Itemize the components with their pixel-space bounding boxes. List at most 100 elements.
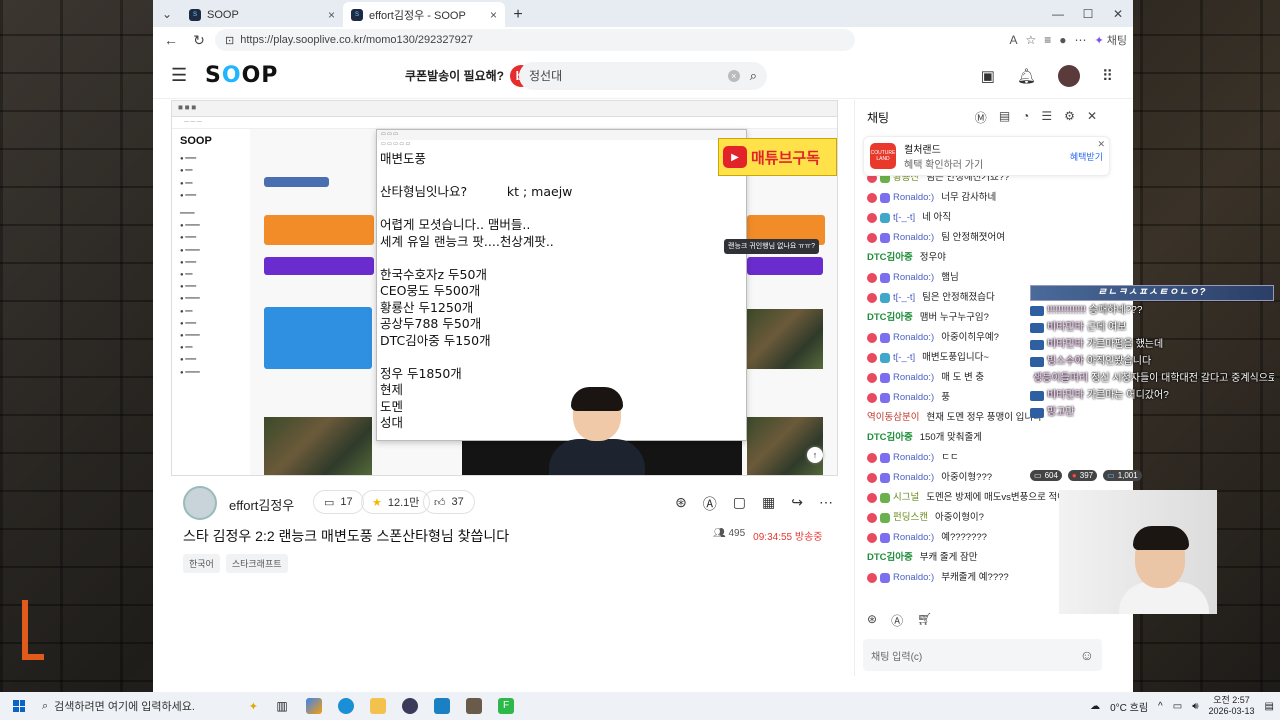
- broadcast-icon[interactable]: ▣: [981, 67, 995, 85]
- clock[interactable]: 오전 2:57 2026-03-13: [1209, 695, 1255, 717]
- reload-icon[interactable]: ↻: [187, 29, 211, 51]
- calendar-icon[interactable]: ▦: [762, 494, 775, 514]
- chat-balloon-icon[interactable]: ⊛: [867, 612, 877, 629]
- banner-close-icon[interactable]: ✕: [1097, 139, 1105, 150]
- favorite-star-icon[interactable]: ☆: [1026, 33, 1037, 47]
- chat-nickname[interactable]: 시그널: [893, 488, 919, 508]
- promo-banner[interactable]: 쿠폰발송이 필요해? b.: [405, 64, 532, 87]
- search-box[interactable]: 정선대 × ⌕: [519, 61, 767, 90]
- search-icon[interactable]: ⌕: [750, 68, 757, 84]
- viewer-count: 495: [728, 528, 746, 539]
- likes-button[interactable]: 👍︎ 37: [423, 490, 475, 514]
- tag-language[interactable]: 한국어: [183, 554, 220, 573]
- comments-button[interactable]: ▭ 17: [313, 490, 364, 514]
- tab-actions-icon[interactable]: ⌄: [153, 0, 181, 27]
- video-player[interactable]: ◼ ◼ ◼ — — — SOOP ● ━━━ ● ━━ ● ━━ ● ━━━ ━━━━…: [171, 100, 838, 476]
- user-avatar[interactable]: [1058, 64, 1080, 87]
- chat-text: 네 아직: [922, 212, 952, 223]
- chat-cart-icon[interactable]: 🛒︎: [917, 612, 932, 629]
- app-icon[interactable]: [428, 695, 456, 717]
- chat-nickname[interactable]: Ronaldo:): [893, 528, 934, 548]
- chat-nickname[interactable]: DTC김아중: [867, 248, 913, 268]
- chat-filter-icon[interactable]: ◔: [1022, 109, 1029, 126]
- chat-nickname[interactable]: Ronaldo:): [893, 448, 934, 468]
- channel-avatar[interactable]: [183, 486, 217, 520]
- back-icon[interactable]: ←: [159, 29, 183, 51]
- starcraft-icon[interactable]: [460, 695, 488, 717]
- file-explorer-icon[interactable]: [364, 695, 392, 717]
- clip-icon[interactable]: ▢: [733, 494, 746, 514]
- chat-close-icon[interactable]: ✕: [1087, 109, 1097, 126]
- copilot-taskbar-icon[interactable]: [300, 695, 328, 717]
- edge-icon[interactable]: [332, 695, 360, 717]
- tab-soop[interactable]: S SOOP ×: [181, 2, 343, 27]
- overlay-badge-icon: [1030, 407, 1044, 418]
- tab-effort[interactable]: S effort김정우 - SOOP ×: [343, 2, 505, 27]
- notifications-icon[interactable]: ▤: [1265, 701, 1274, 712]
- chat-nickname[interactable]: t[-_-t]: [893, 208, 915, 228]
- sparkle-icon: ✦: [248, 700, 258, 713]
- more-options-icon[interactable]: ⋯: [819, 494, 833, 514]
- stars-button[interactable]: ★ 12.1만: [361, 490, 431, 514]
- chat-input[interactable]: 채팅 입력(c) ☺: [863, 639, 1102, 671]
- chat-settings-icon[interactable]: ⚙: [1064, 109, 1075, 126]
- network-icon[interactable]: ▭: [1173, 701, 1182, 712]
- chat-nickname[interactable]: Ronaldo:): [893, 368, 934, 388]
- maximize-icon[interactable]: ☐: [1073, 0, 1103, 27]
- share-icon[interactable]: ↪: [791, 494, 803, 514]
- search-input[interactable]: 정선대: [529, 67, 562, 84]
- notification-bell-icon[interactable]: 🔔︎: [1017, 67, 1036, 85]
- obs-icon[interactable]: [396, 695, 424, 717]
- tag-category[interactable]: 스타크래프트: [225, 554, 288, 573]
- chat-copy-icon[interactable]: ▤: [999, 109, 1010, 126]
- chat-m-icon[interactable]: Ⓜ: [975, 109, 987, 126]
- clear-search-icon[interactable]: ×: [727, 69, 740, 82]
- close-tab-icon[interactable]: ×: [328, 8, 335, 22]
- chat-nickname[interactable]: DTC김아중: [867, 428, 913, 448]
- chat-nickname[interactable]: 펀딩스캔: [893, 508, 928, 528]
- collections-icon[interactable]: ≡: [1044, 33, 1051, 47]
- task-view-icon[interactable]: ▥: [268, 695, 296, 717]
- close-window-icon[interactable]: ✕: [1103, 0, 1133, 27]
- chat-text: 너무 감사하네: [941, 192, 997, 203]
- chat-nickname[interactable]: DTC김아중: [867, 308, 913, 328]
- more-icon[interactable]: ⋯: [1075, 33, 1087, 47]
- new-tab-button[interactable]: +: [505, 2, 531, 27]
- copilot-chat-button[interactable]: ✦ 채팅: [1095, 32, 1127, 48]
- ad-icon[interactable]: Ⓐ: [703, 494, 717, 514]
- chat-nickname[interactable]: Ronaldo:): [893, 388, 934, 408]
- chat-nickname[interactable]: Ronaldo:): [893, 468, 934, 488]
- chat-nickname[interactable]: Ronaldo:): [893, 188, 934, 208]
- user-badge-icon: [880, 233, 890, 243]
- culture-land-banner[interactable]: COUTURE LAND 컬처랜드 혜택 확인하러 가기 혜택받기 ✕: [863, 136, 1110, 176]
- channel-name[interactable]: effort김정우: [229, 495, 294, 514]
- chat-nickname[interactable]: DTC김아중: [867, 548, 913, 568]
- weather-text[interactable]: 0°C 흐림: [1110, 699, 1148, 714]
- f-app-icon[interactable]: F: [492, 695, 520, 717]
- start-button[interactable]: [6, 695, 32, 717]
- url-field[interactable]: ⊡ https://play.sooplive.co.kr/momo130/29…: [215, 29, 855, 51]
- overlay-badge-icon: [1030, 339, 1044, 350]
- banner-link[interactable]: 혜택받기: [1070, 150, 1103, 163]
- soop-logo[interactable]: SOOP: [205, 63, 278, 88]
- chat-nickname[interactable]: Ronaldo:): [893, 328, 934, 348]
- profile-icon[interactable]: ●: [1059, 33, 1066, 47]
- emoji-icon[interactable]: ☺: [1080, 647, 1094, 663]
- chat-nickname[interactable]: t[-_-t]: [893, 288, 915, 308]
- chat-nickname[interactable]: 역이동삼분이: [867, 408, 919, 428]
- chat-users-icon[interactable]: ☰: [1041, 109, 1052, 126]
- chat-nickname[interactable]: Ronaldo:): [893, 228, 934, 248]
- read-aloud-icon[interactable]: A: [1009, 33, 1017, 47]
- hamburger-menu-icon[interactable]: ☰: [171, 65, 191, 86]
- chat-ad-icon[interactable]: Ⓐ: [891, 612, 903, 629]
- balloon-icon[interactable]: ⊛: [675, 494, 687, 514]
- chat-nickname[interactable]: Ronaldo:): [893, 268, 934, 288]
- chat-nickname[interactable]: t[-_-t]: [893, 348, 915, 368]
- close-tab-icon[interactable]: ×: [490, 8, 497, 22]
- minimize-icon[interactable]: —: [1043, 0, 1073, 27]
- tray-chevron-icon[interactable]: ^: [1158, 701, 1163, 712]
- taskbar-search[interactable]: ⌕ 검색하려면 여기에 입력하세요. ✦: [36, 695, 264, 717]
- apps-grid-icon[interactable]: ⠿: [1102, 67, 1113, 85]
- volume-icon[interactable]: 🔊︎: [1192, 701, 1198, 712]
- chat-nickname[interactable]: Ronaldo:): [893, 568, 934, 588]
